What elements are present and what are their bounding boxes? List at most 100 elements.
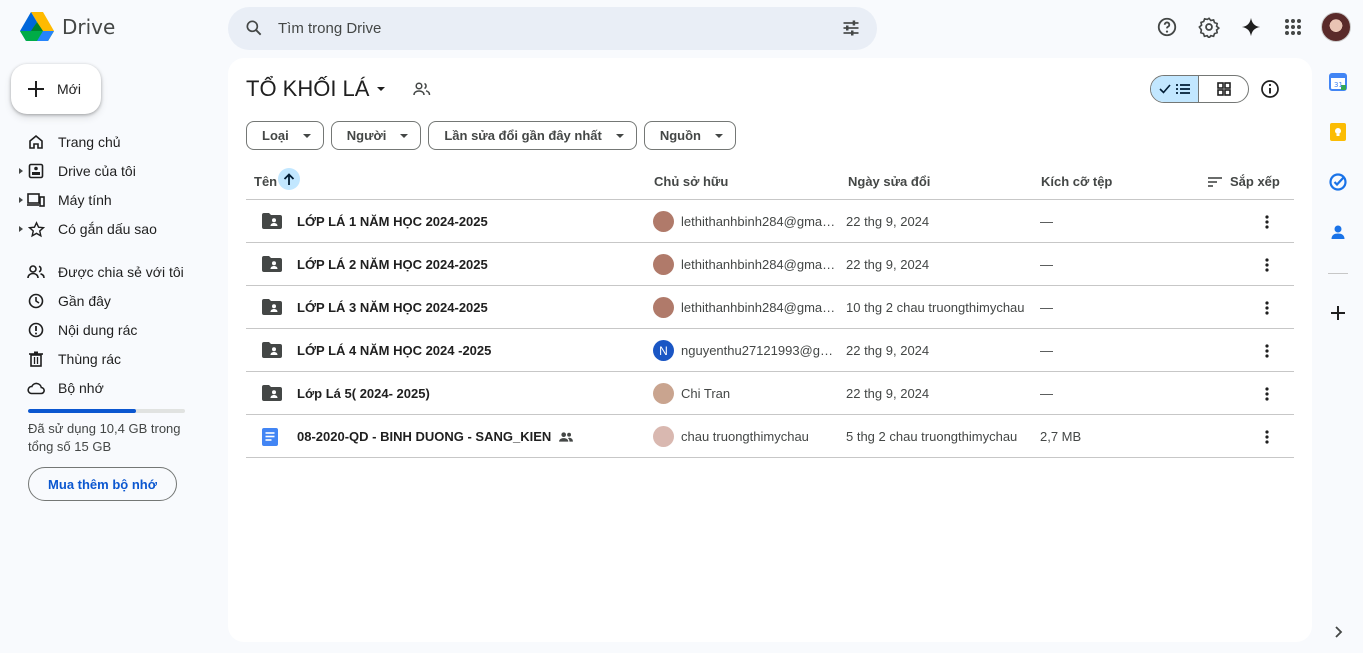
sidebar-item-computers[interactable]: Máy tính: [0, 185, 210, 214]
file-row[interactable]: LỚP LÁ 2 NĂM HỌC 2024-2025 lethithanhbinh…: [246, 243, 1294, 286]
file-name[interactable]: Lớp Lá 5( 2024- 2025): [297, 386, 430, 401]
expand-caret-icon[interactable]: [19, 168, 23, 174]
modified-date: 22 thg 9, 2024: [846, 386, 930, 401]
sidebar-item-trash[interactable]: Thùng rác: [0, 344, 210, 373]
file-row[interactable]: LỚP LÁ 4 NĂM HỌC 2024 -2025 Nnguyenthu271…: [246, 329, 1294, 372]
tasks-icon[interactable]: [1328, 172, 1348, 192]
list-view-button[interactable]: [1151, 76, 1200, 102]
sort-ascending-arrow-icon[interactable]: [278, 168, 300, 190]
app-name: Drive: [62, 15, 116, 39]
more-actions-icon[interactable]: [1258, 213, 1276, 231]
expand-caret-icon[interactable]: [19, 226, 23, 232]
sidebar-item-home[interactable]: Trang chủ: [0, 127, 210, 156]
owner-name: chau truongthimychau: [681, 429, 809, 444]
shared-folder-people-icon[interactable]: [413, 82, 431, 96]
shared-folder-icon: [262, 213, 282, 232]
expand-caret-icon[interactable]: [19, 197, 23, 203]
more-actions-icon[interactable]: [1258, 299, 1276, 317]
sidebar-item-starred[interactable]: Có gắn dấu sao: [0, 214, 210, 243]
column-size-header[interactable]: Kích cỡ tệp: [1041, 174, 1112, 189]
more-actions-icon[interactable]: [1258, 385, 1276, 403]
search-input[interactable]: [278, 7, 818, 50]
drive-logo[interactable]: Drive: [20, 12, 115, 42]
file-name[interactable]: LỚP LÁ 1 NĂM HỌC 2024-2025: [297, 214, 488, 229]
search-bar[interactable]: [228, 7, 877, 50]
file-size: —: [1040, 214, 1053, 229]
file-row[interactable]: LỚP LÁ 3 NĂM HỌC 2024-2025 lethithanhbinh…: [246, 286, 1294, 329]
shared-folder-icon: [262, 342, 282, 361]
sidebar-item-shared-with-me[interactable]: Được chia sẻ với tôi: [0, 257, 210, 286]
sidebar-item-label: Drive của tôi: [58, 162, 136, 179]
chip-label: Lần sửa đổi gần đây nhất: [444, 128, 602, 143]
sidebar-item-label: Có gắn dấu sao: [58, 220, 157, 237]
sidebar-nav: Trang chủ Drive của tôi Máy tính Có gắn …: [0, 127, 210, 402]
column-name-header[interactable]: Tên: [254, 174, 277, 189]
dropdown-arrow-icon: [400, 133, 409, 138]
google-doc-icon: [262, 428, 278, 449]
file-name[interactable]: LỚP LÁ 2 NĂM HỌC 2024-2025: [297, 257, 488, 272]
search-icon[interactable]: [244, 18, 264, 43]
sidebar-item-recent[interactable]: Gần đây: [0, 286, 210, 315]
file-row[interactable]: Lớp Lá 5( 2024- 2025) Chi Tran 22 thg 9, 2…: [246, 372, 1294, 415]
table-header: Tên Chủ sở hữu Ngày sửa đổi Kích cỡ tệp …: [246, 162, 1294, 200]
contacts-icon[interactable]: [1328, 222, 1348, 242]
calendar-icon[interactable]: 31: [1328, 72, 1348, 92]
search-options-icon[interactable]: [841, 18, 861, 43]
gemini-sparkle-icon[interactable]: [1237, 13, 1265, 41]
file-size: —: [1040, 257, 1053, 272]
filter-type-chip[interactable]: Loại: [246, 121, 324, 150]
filter-source-chip[interactable]: Nguồn: [643, 121, 736, 150]
folder-title[interactable]: TỔ KHỐI LÁ: [246, 76, 369, 102]
storage-usage-text: Đã sử dụng 10,4 GB trong tổng số 15 GB: [28, 421, 181, 454]
new-button[interactable]: Mới: [11, 64, 101, 114]
spam-warning-icon: [27, 321, 45, 339]
check-icon: [1159, 84, 1171, 94]
new-button-label: Mới: [57, 81, 81, 97]
more-actions-icon[interactable]: [1258, 342, 1276, 360]
list-icon: [1176, 84, 1190, 94]
buy-storage-button[interactable]: Mua thêm bộ nhớ: [28, 467, 177, 501]
file-size: —: [1040, 386, 1053, 401]
sort-lines-icon: [1208, 176, 1222, 187]
file-size: —: [1040, 300, 1053, 315]
help-icon[interactable]: [1153, 13, 1181, 41]
file-size: —: [1040, 343, 1053, 358]
sidebar-item-label: Máy tính: [58, 191, 112, 208]
column-modified-header[interactable]: Ngày sửa đổi: [848, 174, 930, 189]
chevron-right-icon[interactable]: [1328, 622, 1348, 642]
apps-grid-icon[interactable]: [1279, 13, 1307, 41]
add-addon-plus-icon[interactable]: [1328, 303, 1348, 323]
star-icon: [27, 220, 45, 238]
more-actions-icon[interactable]: [1258, 256, 1276, 274]
sidebar-item-label: Thùng rác: [58, 350, 122, 367]
file-name[interactable]: LỚP LÁ 3 NĂM HỌC 2024-2025: [297, 300, 488, 315]
title-dropdown-icon[interactable]: [375, 83, 387, 95]
account-avatar[interactable]: [1321, 12, 1351, 42]
plus-icon: [28, 81, 44, 97]
file-row[interactable]: 08-2020-QD - BINH DUONG - SANG_KIEN chau …: [246, 415, 1294, 458]
owner-name: lethithanhbinh284@gmail.com: [681, 300, 836, 315]
sidebar-item-storage[interactable]: Bộ nhớ: [0, 373, 210, 402]
computer-icon: [27, 191, 45, 209]
keep-notes-icon[interactable]: [1328, 122, 1348, 142]
file-row[interactable]: LỚP LÁ 1 NĂM HỌC 2024-2025 lethithanhbinh…: [246, 200, 1294, 243]
sort-button[interactable]: Sắp xếp: [1208, 174, 1280, 189]
filter-people-chip[interactable]: Người: [330, 121, 422, 150]
shared-folder-icon: [262, 385, 282, 404]
sort-label: Sắp xếp: [1230, 174, 1280, 189]
column-owner-header[interactable]: Chủ sở hữu: [654, 174, 728, 189]
file-name[interactable]: LỚP LÁ 4 NĂM HỌC 2024 -2025: [297, 343, 491, 358]
more-actions-icon[interactable]: [1258, 428, 1276, 446]
filter-modified-chip[interactable]: Lần sửa đổi gần đây nhất: [428, 121, 637, 150]
sidebar-item-spam[interactable]: Nội dung rác: [0, 315, 210, 344]
shared-icon: [559, 431, 574, 442]
info-icon[interactable]: [1260, 79, 1280, 104]
shared-folder-icon: [262, 256, 282, 275]
sidebar-item-label: Trang chủ: [58, 133, 121, 150]
chip-label: Người: [346, 128, 387, 143]
file-name[interactable]: 08-2020-QD - BINH DUONG - SANG_KIEN: [297, 429, 574, 444]
grid-view-button[interactable]: [1199, 76, 1248, 102]
shared-people-icon: [27, 263, 45, 281]
sidebar-item-my-drive[interactable]: Drive của tôi: [0, 156, 210, 185]
settings-gear-icon[interactable]: [1195, 13, 1223, 41]
